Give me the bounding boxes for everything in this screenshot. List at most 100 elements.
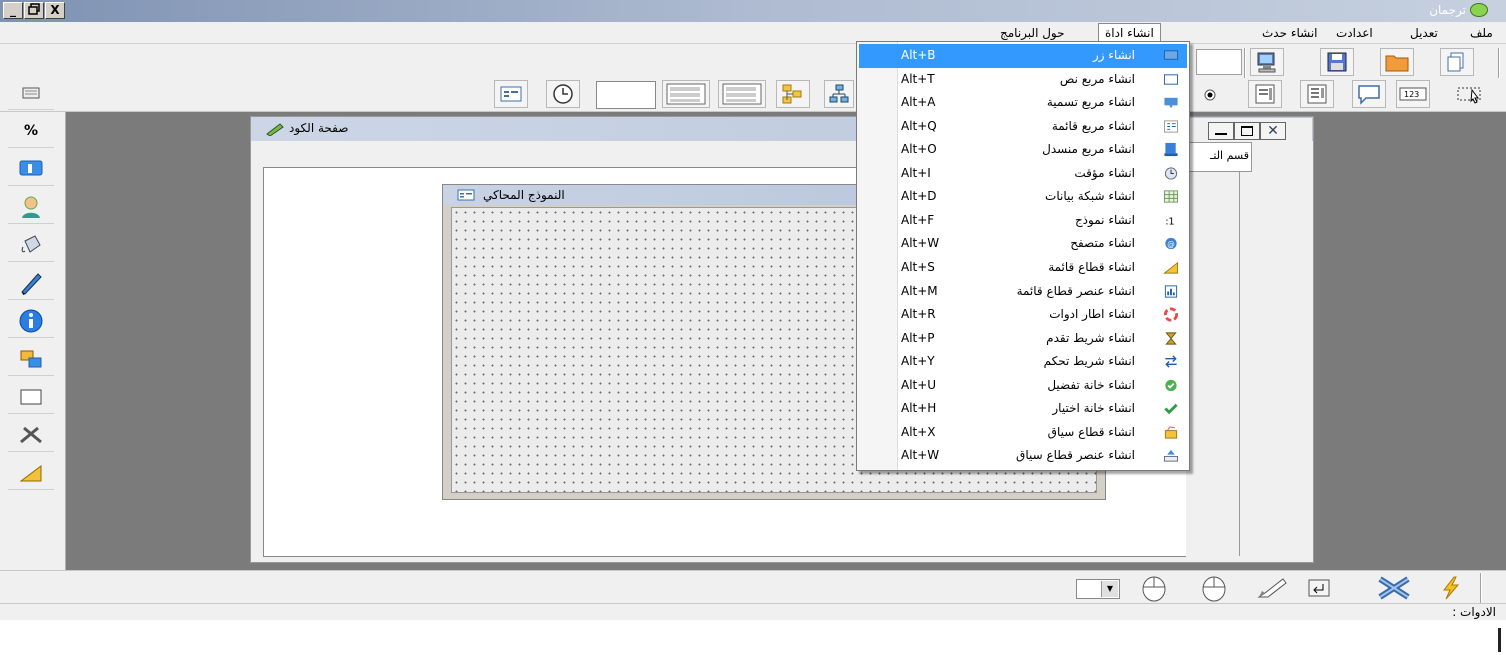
sidebar-item-pen[interactable] [8, 266, 54, 300]
dropdown-item-shortcut: Alt+O [901, 142, 937, 157]
numeric-updown-icon[interactable]: 123 [1396, 80, 1430, 108]
sidebar-item-layers[interactable] [8, 342, 54, 376]
menu-create-event[interactable]: انشاء حدث [1256, 25, 1324, 41]
sidebar-item-message[interactable] [8, 152, 54, 186]
radio-icon [1165, 379, 1177, 391]
mouse-left-icon[interactable] [1136, 573, 1172, 603]
bottom-toolbar: ▼ [0, 570, 1506, 603]
paint-bucket-icon [21, 234, 41, 253]
clock-icon[interactable] [546, 80, 580, 108]
dropdown-item-shortcut: Alt+A [901, 95, 936, 110]
sidebar-item-info[interactable] [8, 304, 54, 338]
textbox-tool-icon[interactable] [596, 81, 656, 109]
toolbar-field[interactable] [1196, 49, 1242, 75]
pen-tool-icon[interactable] [1252, 573, 1292, 603]
create-tool-dropdown: Alt+B انشاء زر Alt+T انشاء مربع نص Alt+A انشا… [856, 41, 1190, 471]
computer-icon[interactable] [1250, 48, 1284, 76]
dropdown-item[interactable]: Alt+H انشاء خانة اختيار [859, 397, 1187, 421]
form-icon [457, 189, 475, 201]
toolbar-separator [1480, 573, 1482, 603]
sidebar-item-rectangle[interactable] [8, 380, 54, 414]
dropdown-item[interactable]: Alt+X انشاء قطاع سياق [859, 421, 1187, 445]
panel-minimize-button[interactable] [1208, 122, 1234, 140]
combobox-tool-icon[interactable] [662, 80, 710, 108]
dropdown-item-label: انشاء اطار ادوات [1049, 307, 1135, 322]
radio-button-icon[interactable] [1200, 87, 1220, 103]
dropdown-item[interactable]: Alt+I انشاء مؤقت [859, 162, 1187, 186]
dropdown-item[interactable]: Alt+Y انشاء شريط تحكم [859, 350, 1187, 374]
sidebar-item-ruler[interactable] [8, 456, 54, 490]
dropdown-item[interactable]: Alt+D انشاء شبكة بيانات [859, 185, 1187, 209]
dropdown-item-label: انشاء خانة اختيار [1052, 401, 1135, 416]
toolbar-separator [1244, 48, 1246, 78]
mouse-right-icon[interactable] [1196, 573, 1232, 603]
minimize-button[interactable]: _ [3, 2, 23, 19]
percent-icon: % [23, 122, 39, 139]
combobox-icon [1164, 143, 1178, 157]
dropdown-item[interactable]: Alt+W انشاء عنصر قطاع سياق [859, 444, 1187, 468]
combobox-control-icon[interactable]: ▼ [1076, 579, 1120, 599]
listview-icon[interactable] [1300, 80, 1334, 108]
groupbox-icon[interactable] [494, 80, 528, 108]
dropdown-item[interactable]: Alt+W انشاء متصفح @ [859, 232, 1187, 256]
menu-edit[interactable]: تعديل [1404, 25, 1444, 41]
dropdown-item[interactable]: Alt+O انشاء مربع منسدل [859, 138, 1187, 162]
sidebar-item-paint[interactable] [8, 228, 54, 262]
dropdown-item[interactable]: Alt+R انشاء اطار ادوات [859, 303, 1187, 327]
triangle-ruler-icon [19, 464, 42, 481]
message-box-icon [19, 160, 43, 175]
dropdown-item[interactable]: Alt+T انشاء مربع نص [859, 68, 1187, 92]
dropdown-item-label: انشاء مؤقت [1074, 165, 1135, 180]
dropdown-item[interactable]: Alt+M انشاء عنصر قطاع قائمة [859, 280, 1187, 304]
keyboard-icon [22, 87, 40, 98]
sidebar-item-percent[interactable]: % [8, 114, 54, 148]
dropdown-item-shortcut: Alt+W [901, 448, 940, 463]
sidebar-item-tools[interactable] [8, 418, 54, 452]
dropdown-item-label: انشاء شريط تقدم [1046, 330, 1135, 345]
close-button[interactable]: X [45, 2, 65, 19]
panel-icon[interactable] [1248, 80, 1282, 108]
svg-text:123: 123 [1404, 90, 1419, 99]
dropdown-item[interactable]: Alt+P انشاء شريط تقدم [859, 327, 1187, 351]
dropdown-item-label: انشاء نموذج [1074, 212, 1135, 227]
dropdown-item[interactable]: Alt+F انشاء نموذج:1 [859, 209, 1187, 233]
tools-sidebar: % [0, 87, 66, 570]
user-icon [22, 196, 40, 218]
dropdown-item[interactable]: Alt+Q انشاء مربع قائمة [859, 115, 1187, 139]
sidebar-item-user[interactable] [8, 190, 54, 224]
listbox-tool-icon[interactable] [718, 80, 766, 108]
enter-key-icon[interactable] [1306, 577, 1332, 599]
menu-about[interactable]: حول البرنامج [994, 25, 1071, 41]
maximize-button[interactable] [24, 2, 44, 19]
dropdown-item-shortcut: Alt+R [901, 307, 936, 322]
panel-close-button[interactable]: ✕ [1260, 122, 1286, 140]
datagrid-icon [1163, 190, 1179, 203]
lightning-icon[interactable] [1432, 573, 1468, 603]
dropdown-item-label: انشاء شريط تحكم [1043, 354, 1135, 369]
hierarchy-icon[interactable] [824, 80, 854, 108]
menu-settings[interactable]: اعدادت [1330, 25, 1379, 41]
menu-create-tool[interactable]: انشاء اداة [1098, 23, 1161, 43]
speech-bubble-icon[interactable] [1352, 80, 1386, 108]
toolbar-frame-icon [1163, 307, 1179, 322]
new-file-icon[interactable] [1440, 48, 1474, 76]
sidebar-item-keyboard[interactable] [8, 76, 54, 110]
emulated-form-title: النموذج المحاكي [483, 188, 565, 202]
save-icon[interactable] [1320, 48, 1354, 76]
dropdown-item-shortcut: Alt+P [901, 330, 935, 345]
dropdown-item[interactable]: Alt+S انشاء قطاع قائمة [859, 256, 1187, 280]
dropdown-item-shortcut: Alt+D [901, 189, 937, 204]
delete-x-icon[interactable] [1374, 573, 1414, 603]
dropdown-item[interactable]: Alt+U انشاء خانة تفضيل [859, 374, 1187, 398]
open-folder-icon[interactable] [1380, 48, 1414, 76]
pointer-select-icon[interactable] [1444, 80, 1496, 108]
app-logo-icon [1470, 3, 1488, 17]
treeview-icon[interactable] [776, 80, 810, 108]
menu-file[interactable]: ملف [1464, 25, 1499, 41]
panel-maximize-button[interactable] [1234, 122, 1260, 140]
dropdown-item[interactable]: Alt+A انشاء مربع تسمية [859, 91, 1187, 115]
dropdown-item[interactable]: Alt+B انشاء زر [859, 44, 1187, 68]
dropdown-item-label: انشاء عنصر قطاع قائمة [1016, 283, 1135, 298]
dropdown-item-shortcut: Alt+I [901, 165, 931, 180]
side-tab[interactable]: قسم التـ [1186, 142, 1252, 172]
